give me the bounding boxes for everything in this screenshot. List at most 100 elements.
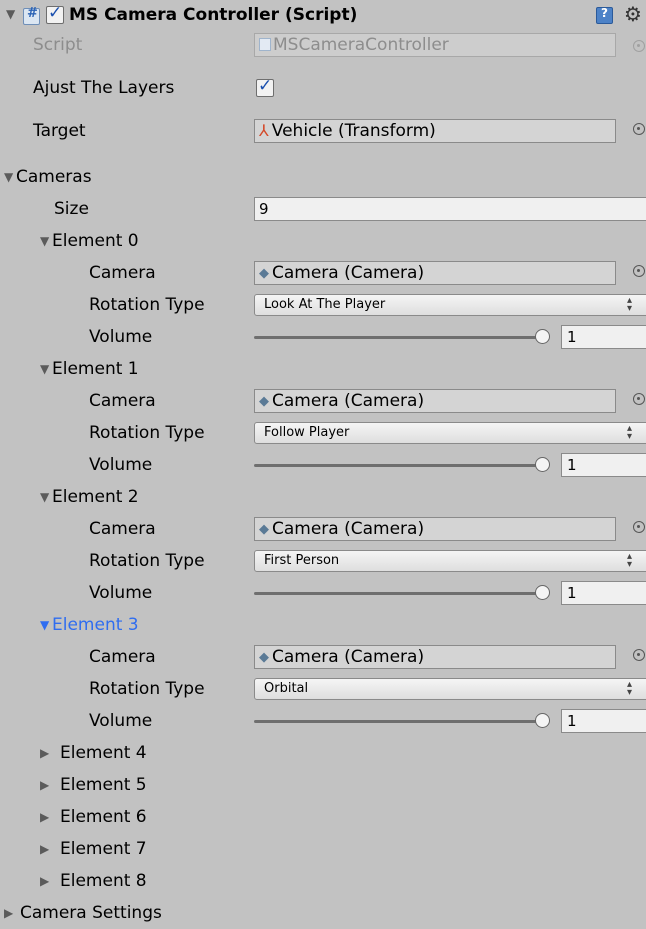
ajust-layers-label: Ajust The Layers: [33, 78, 175, 98]
dropdown-arrows-icon: ▴ ▾: [627, 295, 633, 314]
expanded-arrow-icon[interactable]: ▼: [4, 161, 13, 193]
camera-icon: ◆: [259, 522, 269, 537]
volume-slider-track[interactable]: [254, 464, 544, 467]
element-label: Element 7: [60, 839, 147, 859]
rotation-type-value: First Person: [264, 553, 340, 568]
element-foldout[interactable]: ▼ Element 2: [0, 481, 646, 513]
script-row: Script MSCameraController: [0, 30, 646, 60]
cameras-foldout[interactable]: ▼ Cameras: [0, 161, 646, 193]
expanded-arrow-icon[interactable]: ▼: [40, 225, 49, 257]
rotation-row: Rotation Type Look At The Player ▴ ▾: [0, 289, 646, 321]
volume-row: Volume 1: [0, 321, 646, 353]
help-icon[interactable]: [596, 6, 613, 24]
component-header: ▼ ✓ MS Camera Controller (Script) ⚙: [0, 0, 646, 30]
target-value: Vehicle (Transform): [271, 121, 436, 141]
volume-label: Volume: [89, 583, 153, 603]
camera-row: Camera ◆ Camera (Camera): [0, 513, 646, 545]
collapsed-arrow-icon[interactable]: ▶: [40, 801, 49, 833]
dropdown-arrows-icon: ▴ ▾: [627, 679, 633, 698]
collapsed-arrow-icon[interactable]: ▶: [40, 865, 49, 897]
volume-slider-thumb[interactable]: [535, 713, 550, 728]
element-foldout[interactable]: ▼ Element 1: [0, 353, 646, 385]
element-foldout-collapsed[interactable]: ▶ Element 8: [0, 865, 646, 897]
rotation-row: Rotation Type First Person ▴ ▾: [0, 545, 646, 577]
camera-field[interactable]: ◆ Camera (Camera): [254, 261, 616, 285]
volume-slider-thumb[interactable]: [535, 457, 550, 472]
dropdown-arrows-icon: ▴ ▾: [627, 551, 633, 570]
volume-row: Volume 1: [0, 705, 646, 737]
collapsed-arrow-icon[interactable]: ▶: [4, 897, 13, 929]
rotation-type-dropdown[interactable]: First Person: [254, 550, 646, 572]
camera-value: Camera (Camera): [272, 391, 425, 411]
volume-slider-thumb[interactable]: [535, 329, 550, 344]
camera-field[interactable]: ◆ Camera (Camera): [254, 645, 616, 669]
size-input[interactable]: 9: [254, 197, 646, 221]
camera-value: Camera (Camera): [272, 647, 425, 667]
object-picker-icon[interactable]: [633, 649, 645, 661]
rotation-type-label: Rotation Type: [89, 423, 205, 443]
ajust-layers-checkbox[interactable]: ✓: [256, 76, 274, 97]
volume-label: Volume: [89, 455, 153, 475]
camera-icon: ◆: [259, 266, 269, 281]
camera-label: Camera: [89, 519, 156, 539]
volume-input[interactable]: 1: [561, 581, 646, 605]
volume-input[interactable]: 1: [561, 453, 646, 477]
gear-icon[interactable]: ⚙: [624, 2, 642, 26]
camera-field[interactable]: ◆ Camera (Camera): [254, 517, 616, 541]
element-foldout-collapsed[interactable]: ▶ Element 4: [0, 737, 646, 769]
volume-slider-track[interactable]: [254, 336, 544, 339]
size-row: Size 9: [0, 193, 646, 225]
volume-label: Volume: [89, 327, 153, 347]
checkmark-icon: ✓: [48, 3, 63, 23]
object-picker-icon[interactable]: [633, 265, 645, 277]
collapsed-arrow-icon[interactable]: ▶: [40, 737, 49, 769]
element-foldout-collapsed[interactable]: ▶ Element 6: [0, 801, 646, 833]
object-picker-icon[interactable]: [633, 393, 645, 405]
object-picker-icon[interactable]: [633, 521, 645, 533]
target-label: Target: [33, 121, 86, 141]
script-field: MSCameraController: [254, 33, 616, 57]
target-field[interactable]: ⅄ Vehicle (Transform): [254, 119, 616, 143]
camera-row: Camera ◆ Camera (Camera): [0, 257, 646, 289]
collapsed-arrow-icon[interactable]: ▶: [40, 833, 49, 865]
transform-icon: ⅄: [259, 121, 269, 140]
camera-settings-foldout[interactable]: ▶ Camera Settings: [0, 897, 646, 923]
volume-input[interactable]: 1: [561, 709, 646, 733]
collapsed-arrow-icon[interactable]: ▶: [40, 769, 49, 801]
script-file-icon: [259, 38, 271, 51]
volume-input[interactable]: 1: [561, 325, 646, 349]
volume-slider-thumb[interactable]: [535, 585, 550, 600]
collapse-arrow-icon[interactable]: ▼: [6, 7, 15, 21]
element-label: Element 4: [60, 743, 147, 763]
rotation-type-dropdown[interactable]: Orbital: [254, 678, 646, 700]
target-row: Target ⅄ Vehicle (Transform): [0, 115, 646, 147]
camera-label: Camera: [89, 647, 156, 667]
cameras-label: Cameras: [16, 167, 92, 187]
rotation-type-dropdown[interactable]: Follow Player: [254, 422, 646, 444]
rotation-type-dropdown[interactable]: Look At The Player: [254, 294, 646, 316]
rotation-type-value: Look At The Player: [264, 297, 386, 312]
element-foldout[interactable]: ▼ Element 0: [0, 225, 646, 257]
expanded-arrow-icon[interactable]: ▼: [40, 609, 49, 641]
camera-icon: ◆: [259, 650, 269, 665]
camera-settings-label: Camera Settings: [20, 903, 162, 923]
element-label: Element 2: [52, 487, 139, 507]
element-foldout-selected[interactable]: ▼ Element 3: [0, 609, 646, 641]
expanded-arrow-icon[interactable]: ▼: [40, 481, 49, 513]
camera-field[interactable]: ◆ Camera (Camera): [254, 389, 616, 413]
object-picker-icon[interactable]: [633, 123, 645, 135]
camera-row: Camera ◆ Camera (Camera): [0, 641, 646, 673]
rotation-type-label: Rotation Type: [89, 295, 205, 315]
element-label: Element 0: [52, 231, 139, 251]
component-enabled-checkbox[interactable]: ✓: [46, 3, 64, 24]
camera-row: Camera ◆ Camera (Camera): [0, 385, 646, 417]
volume-slider-track[interactable]: [254, 592, 544, 595]
camera-value: Camera (Camera): [272, 263, 425, 283]
volume-row: Volume 1: [0, 577, 646, 609]
rotation-row: Rotation Type Follow Player ▴ ▾: [0, 417, 646, 449]
object-picker-icon: [633, 40, 645, 52]
element-foldout-collapsed[interactable]: ▶ Element 7: [0, 833, 646, 865]
volume-slider-track[interactable]: [254, 720, 544, 723]
expanded-arrow-icon[interactable]: ▼: [40, 353, 49, 385]
element-foldout-collapsed[interactable]: ▶ Element 5: [0, 769, 646, 801]
